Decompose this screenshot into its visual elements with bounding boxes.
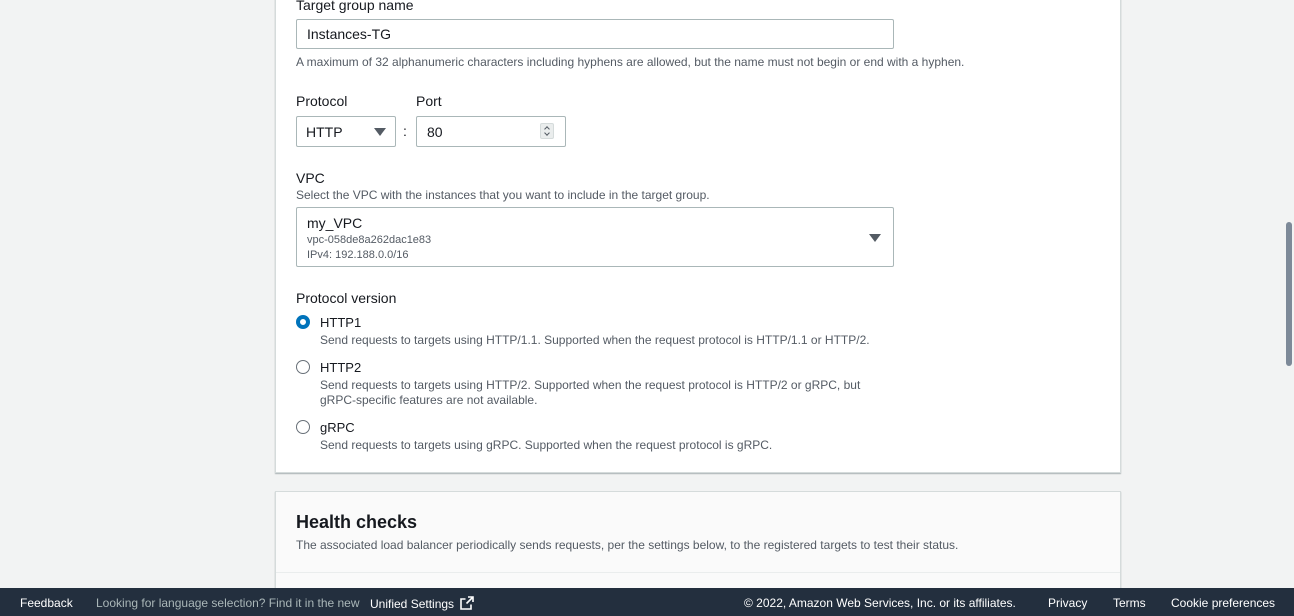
radio-grpc[interactable] — [296, 420, 310, 434]
port-label: Port — [416, 93, 442, 109]
option-desc-grpc: Send requests to targets using gRPC. Sup… — [320, 438, 773, 452]
protocol-select[interactable]: HTTP — [296, 116, 396, 147]
protocol-version-label: Protocol version — [296, 290, 397, 306]
option-label-http2: HTTP2 — [320, 360, 362, 375]
vpc-id: vpc-058de8a262dac1e83 — [307, 234, 432, 246]
radio-http1[interactable] — [296, 315, 310, 329]
health-checks-title: Health checks — [296, 512, 418, 532]
console-footer: Feedback Looking for language selection?… — [0, 588, 1294, 616]
unified-settings-label: Unified Settings — [370, 597, 455, 611]
vpc-cidr: IPv4: 192.188.0.0/16 — [307, 249, 409, 261]
target-group-name-hint: A maximum of 32 alphanumeric characters … — [296, 55, 965, 69]
target-group-name-label: Target group name — [296, 0, 414, 13]
cookie-preferences-link[interactable]: Cookie preferences — [1171, 596, 1275, 610]
spinner-down-icon[interactable] — [544, 130, 550, 136]
radio-http2[interactable] — [296, 360, 310, 374]
privacy-link[interactable]: Privacy — [1048, 596, 1087, 610]
external-link-icon — [460, 596, 475, 610]
option-label-http1: HTTP1 — [320, 315, 362, 330]
feedback-link[interactable]: Feedback — [20, 596, 73, 610]
vpc-label: VPC — [296, 170, 325, 186]
port-stepper[interactable] — [540, 123, 554, 139]
protocol-select-value: HTTP — [306, 124, 343, 140]
target-group-name-input[interactable] — [296, 19, 894, 49]
option-label-grpc: gRPC — [320, 420, 355, 435]
health-checks-desc: The associated load balancer periodicall… — [296, 538, 959, 552]
language-prompt: Looking for language selection? Find it … — [96, 596, 360, 610]
protocol-port-separator: : — [403, 123, 407, 139]
caret-down-icon — [374, 128, 386, 136]
vpc-select[interactable]: my_VPC vpc-058de8a262dac1e83 IPv4: 192.1… — [296, 207, 894, 267]
option-desc-http2: Send requests to targets using HTTP/2. S… — [320, 378, 861, 407]
protocol-label: Protocol — [296, 93, 348, 109]
terms-link[interactable]: Terms — [1113, 596, 1146, 610]
unified-settings-link[interactable]: Unified Settings — [370, 596, 475, 611]
page-scrollbar-thumb[interactable] — [1286, 222, 1292, 366]
caret-down-icon — [869, 234, 881, 242]
panel-divider — [276, 572, 1120, 573]
vpc-name: my_VPC — [307, 215, 363, 231]
copyright-text: © 2022, Amazon Web Services, Inc. or its… — [744, 596, 1016, 610]
option-desc-http1: Send requests to targets using HTTP/1.1.… — [320, 333, 870, 347]
vpc-hint: Select the VPC with the instances that y… — [296, 188, 710, 202]
